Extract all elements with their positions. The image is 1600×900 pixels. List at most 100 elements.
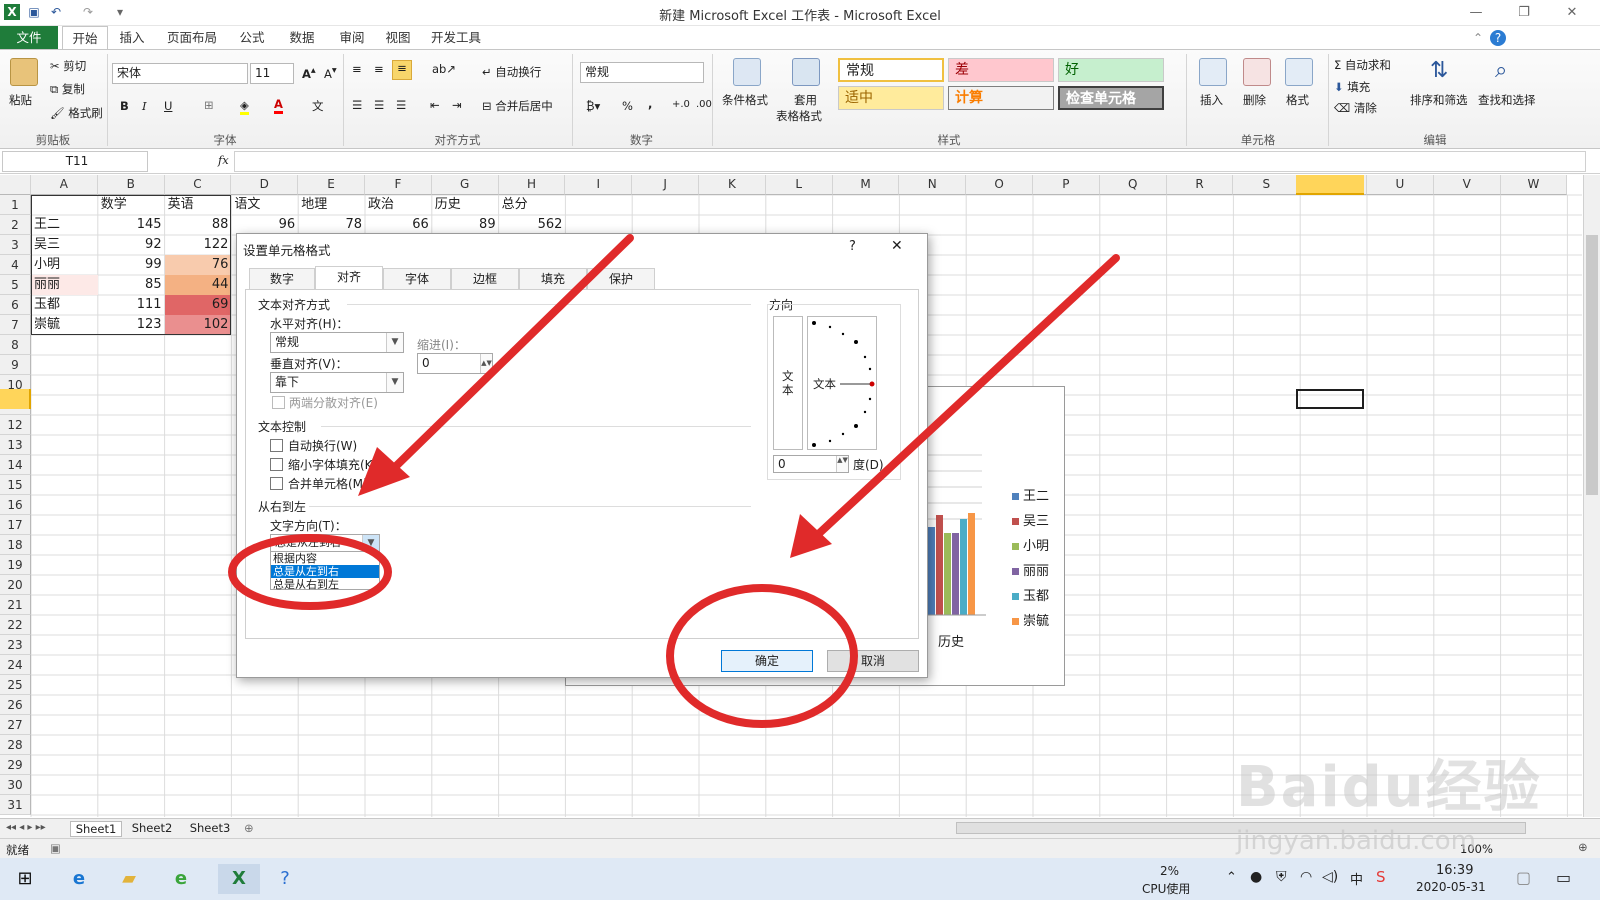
- font-size-select[interactable]: 11: [250, 63, 294, 84]
- cell[interactable]: 44: [164, 275, 232, 295]
- row-header[interactable]: 12: [0, 415, 31, 435]
- cell[interactable]: 88: [165, 215, 232, 235]
- sort-filter-button[interactable]: 排序和筛选: [1410, 92, 1468, 108]
- vertical-scrollbar[interactable]: [1583, 175, 1600, 817]
- cell[interactable]: 丽丽: [31, 275, 98, 295]
- merge-checkbox[interactable]: [270, 477, 283, 490]
- column-header[interactable]: E: [298, 175, 365, 195]
- minimize-icon[interactable]: —: [1456, 2, 1496, 24]
- cancel-button[interactable]: 取消: [827, 650, 919, 672]
- fill-color-icon[interactable]: ◈: [240, 98, 249, 115]
- row-header[interactable]: 29: [0, 755, 31, 775]
- column-header[interactable]: N: [899, 175, 967, 195]
- tab-review[interactable]: 审阅: [332, 26, 372, 50]
- row-header[interactable]: 26: [0, 695, 31, 715]
- grow-font-icon[interactable]: A▴: [302, 65, 316, 81]
- select-all-corner[interactable]: [0, 175, 31, 195]
- tab-home[interactable]: 开始: [62, 26, 108, 51]
- align-bottom-icon[interactable]: ≡: [392, 60, 412, 80]
- cell[interactable]: 66: [365, 215, 432, 235]
- row-header[interactable]: 23: [0, 635, 31, 655]
- column-header[interactable]: Q: [1099, 175, 1167, 195]
- close-window-icon[interactable]: ✕: [1552, 2, 1592, 24]
- cell[interactable]: 85: [98, 275, 165, 295]
- style-neutral[interactable]: 适中: [838, 86, 944, 110]
- orientation-dial[interactable]: 文本: [807, 316, 877, 450]
- help-icon[interactable]: ?: [1490, 30, 1506, 46]
- style-good[interactable]: 好: [1058, 58, 1164, 82]
- macro-record-icon[interactable]: ▣: [50, 841, 61, 855]
- paste-icon[interactable]: [10, 58, 38, 86]
- percent-button[interactable]: %: [622, 99, 633, 113]
- column-header[interactable]: H: [498, 175, 566, 195]
- tab-fill[interactable]: 填充: [519, 268, 587, 290]
- column-header[interactable]: L: [765, 175, 833, 195]
- cell[interactable]: 89: [432, 215, 499, 235]
- cell[interactable]: 96: [231, 215, 298, 235]
- align-middle-icon[interactable]: ≡: [374, 62, 384, 76]
- row-header[interactable]: 8: [0, 335, 31, 355]
- increase-decimal-icon[interactable]: +.0: [672, 99, 690, 110]
- table-format-icon[interactable]: [792, 58, 820, 86]
- autosum-button[interactable]: Σ 自动求和: [1334, 57, 1391, 73]
- tab-protection[interactable]: 保护: [587, 268, 655, 290]
- cell[interactable]: 99: [98, 255, 165, 275]
- format-cells-button[interactable]: 格式: [1286, 92, 1309, 108]
- phonetic-icon[interactable]: 文: [312, 98, 324, 114]
- sheet-nav-arrows-icon[interactable]: ◂◂ ◂ ▸ ▸▸: [6, 822, 46, 833]
- increase-indent-icon[interactable]: ⇥: [452, 98, 462, 112]
- tab-file[interactable]: 文件: [0, 26, 58, 50]
- direction-option[interactable]: 根据内容: [271, 552, 379, 565]
- sheet-tab-2[interactable]: Sheet2: [124, 821, 180, 835]
- cell[interactable]: 地理: [298, 195, 365, 215]
- active-cell-t11[interactable]: [1296, 389, 1364, 409]
- vertical-text-box[interactable]: 文本: [773, 316, 803, 450]
- cell[interactable]: 92: [98, 235, 165, 255]
- cell[interactable]: 吴三: [31, 235, 98, 255]
- row-header[interactable]: 20: [0, 575, 31, 595]
- row-header[interactable]: 19: [0, 555, 31, 575]
- cell[interactable]: 76: [164, 255, 232, 275]
- row-header[interactable]: 28: [0, 735, 31, 755]
- qq-icon[interactable]: ●: [1250, 869, 1262, 885]
- cell[interactable]: 102: [164, 315, 232, 335]
- font-color-icon[interactable]: A: [274, 97, 283, 114]
- align-top-icon[interactable]: ≡: [352, 62, 362, 76]
- delete-cells-button[interactable]: 删除: [1243, 92, 1266, 108]
- row-header[interactable]: 15: [0, 475, 31, 495]
- column-header[interactable]: V: [1433, 175, 1501, 195]
- file-explorer-icon[interactable]: ▰: [114, 864, 144, 894]
- row-header[interactable]: 5: [0, 275, 31, 295]
- row-header[interactable]: 18: [0, 535, 31, 555]
- sort-filter-icon[interactable]: ⇅: [1430, 58, 1448, 83]
- column-header[interactable]: P: [1033, 175, 1100, 195]
- insert-cells-button[interactable]: 插入: [1200, 92, 1223, 108]
- tab-font[interactable]: 字体: [383, 268, 451, 290]
- cell[interactable]: 145: [98, 215, 165, 235]
- row-header[interactable]: 3: [0, 235, 31, 255]
- column-header[interactable]: J: [632, 175, 699, 195]
- cell[interactable]: [31, 195, 98, 215]
- format-painter-button[interactable]: 🖌 格式刷: [50, 105, 103, 121]
- scrollbar-thumb[interactable]: [1586, 235, 1598, 495]
- help-app-icon[interactable]: ?: [270, 864, 300, 894]
- tab-view[interactable]: 视图: [378, 26, 418, 50]
- row-header[interactable]: 31: [0, 795, 31, 815]
- format-cells-icon[interactable]: [1285, 58, 1313, 86]
- column-header[interactable]: O: [966, 175, 1033, 195]
- cell[interactable]: 78: [298, 215, 365, 235]
- tray-expand-icon[interactable]: ⌃: [1226, 870, 1237, 885]
- tab-page-layout[interactable]: 页面布局: [160, 26, 224, 50]
- cell[interactable]: 小明: [31, 255, 98, 275]
- cell[interactable]: 数学: [98, 195, 165, 215]
- comma-button[interactable]: ,: [648, 97, 652, 111]
- dialog-close-icon[interactable]: ✕: [891, 238, 903, 254]
- italic-button[interactable]: I: [142, 99, 147, 113]
- row-header[interactable]: 7: [0, 315, 31, 335]
- name-box[interactable]: T11: [2, 151, 148, 172]
- formula-input[interactable]: [234, 151, 1586, 172]
- column-header[interactable]: M: [832, 175, 900, 195]
- restore-icon[interactable]: ❐: [1504, 2, 1544, 24]
- cell[interactable]: 562: [499, 215, 566, 235]
- tab-number[interactable]: 数字: [249, 268, 315, 290]
